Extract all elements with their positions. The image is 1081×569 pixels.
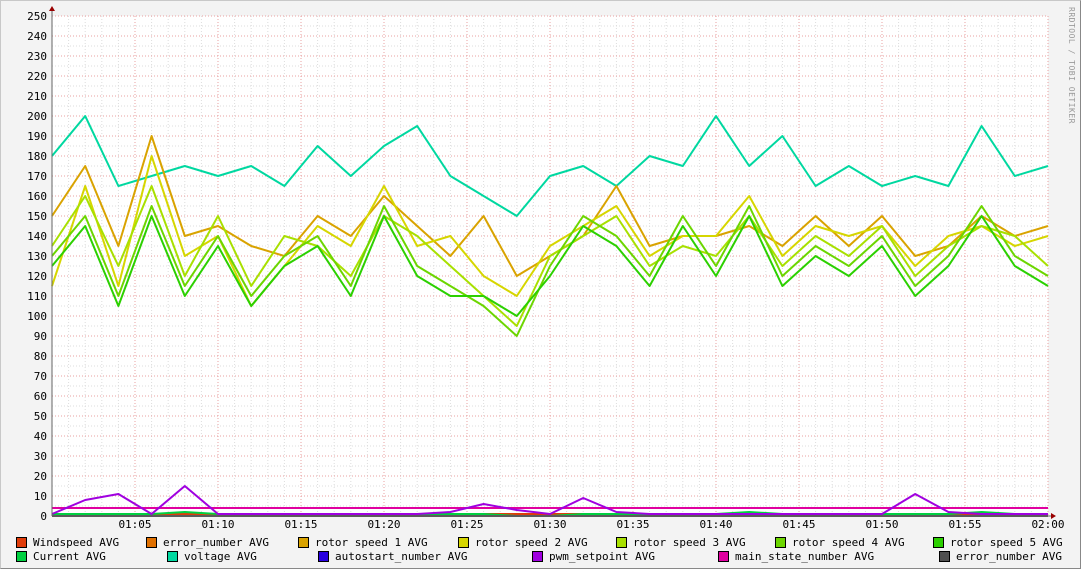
legend-swatch-icon: [718, 551, 729, 562]
x-tick-label: 02:00: [1031, 518, 1064, 531]
legend-item: error_number AVG: [939, 550, 1062, 563]
legend-swatch-icon: [775, 537, 786, 548]
legend-swatch-icon: [933, 537, 944, 548]
y-tick-label: 80: [34, 350, 47, 363]
legend-item: rotor speed 1 AVG: [298, 536, 428, 549]
y-tick-label: 210: [27, 90, 47, 103]
legend-item: rotor speed 4 AVG: [775, 536, 905, 549]
y-tick-label: 50: [34, 410, 47, 423]
y-tick-label: 200: [27, 110, 47, 123]
y-tick-label: 120: [27, 270, 47, 283]
rrd-graph: 0 10 20 30 40 50 60 70 80 90 100 110 120 130 140 150 160…: [0, 0, 1081, 569]
legend-label: rotor speed 2 AVG: [475, 536, 588, 549]
x-tick-label: 01:25: [450, 518, 483, 531]
x-tick-label: 01:45: [782, 518, 815, 531]
legend-label: rotor speed 3 AVG: [633, 536, 746, 549]
legend-item: autostart_number AVG: [318, 550, 467, 563]
legend-label: voltage AVG: [184, 550, 257, 563]
legend-item: rotor speed 5 AVG: [933, 536, 1063, 549]
y-tick-label: 140: [27, 230, 47, 243]
y-tick-label: 20: [34, 470, 47, 483]
legend-item: rotor speed 3 AVG: [616, 536, 746, 549]
legend-item: error_number AVG: [146, 536, 269, 549]
legend-label: rotor speed 5 AVG: [950, 536, 1063, 549]
legend-label: rotor speed 4 AVG: [792, 536, 905, 549]
watermark: RRDTOOL / TOBI OETIKER: [1067, 7, 1076, 124]
x-tick-label: 01:40: [699, 518, 732, 531]
legend-label: error_number AVG: [163, 536, 269, 549]
y-tick-label: 0: [40, 510, 47, 523]
x-tick-label: 01:30: [533, 518, 566, 531]
y-tick-label: 190: [27, 130, 47, 143]
legend-item: rotor speed 2 AVG: [458, 536, 588, 549]
legend-item: Windspeed AVG: [16, 536, 119, 549]
y-tick-label: 90: [34, 330, 47, 343]
y-tick-label: 150: [27, 210, 47, 223]
x-tick-label: 01:35: [616, 518, 649, 531]
legend-swatch-icon: [616, 537, 627, 548]
x-tick-label: 01:55: [948, 518, 981, 531]
y-tick-label: 40: [34, 430, 47, 443]
legend-label: main_state_number AVG: [735, 550, 875, 563]
legend-label: Current AVG: [33, 550, 106, 563]
y-tick-label: 60: [34, 390, 47, 403]
x-tick-label: 01:20: [367, 518, 400, 531]
x-tick-label: 01:10: [201, 518, 234, 531]
legend-swatch-icon: [318, 551, 329, 562]
x-tick-label: 01:15: [284, 518, 317, 531]
y-tick-label: 160: [27, 190, 47, 203]
legend-label: Windspeed AVG: [33, 536, 120, 549]
legend-item: pwm_setpoint AVG: [532, 550, 655, 563]
legend-swatch-icon: [298, 537, 309, 548]
y-axis-arrow-icon: [49, 6, 55, 11]
legend-item: voltage AVG: [167, 550, 257, 563]
legend-swatch-icon: [458, 537, 469, 548]
legend-label: rotor speed 1 AVG: [315, 536, 428, 549]
legend-label: autostart_number AVG: [335, 550, 468, 563]
y-tick-label: 10: [34, 490, 47, 503]
y-tick-label: 70: [34, 370, 47, 383]
y-tick-label: 170: [27, 170, 47, 183]
legend-swatch-icon: [146, 537, 157, 548]
legend-label: pwm_setpoint AVG: [549, 550, 655, 563]
legend-label: error_number AVG: [956, 550, 1062, 563]
y-tick-label: 180: [27, 150, 47, 163]
legend-swatch-icon: [939, 551, 950, 562]
y-tick-label: 250: [27, 10, 47, 23]
legend-item: Current AVG: [16, 550, 106, 563]
y-tick-label: 230: [27, 50, 47, 63]
y-tick-label: 100: [27, 310, 47, 323]
legend-item: main_state_number AVG: [718, 550, 874, 563]
legend-swatch-icon: [167, 551, 178, 562]
chart-canvas: 0 10 20 30 40 50 60 70 80 90 100 110 120 130 140 150 160…: [27, 6, 1065, 531]
y-tick-label: 220: [27, 70, 47, 83]
legend-swatch-icon: [532, 551, 543, 562]
x-tick-label: 01:50: [865, 518, 898, 531]
y-tick-label: 30: [34, 450, 47, 463]
x-tick-label: 01:05: [118, 518, 151, 531]
legend-swatch-icon: [16, 537, 27, 548]
y-tick-label: 110: [27, 290, 47, 303]
legend-swatch-icon: [16, 551, 27, 562]
y-tick-label: 240: [27, 30, 47, 43]
y-tick-label: 130: [27, 250, 47, 263]
